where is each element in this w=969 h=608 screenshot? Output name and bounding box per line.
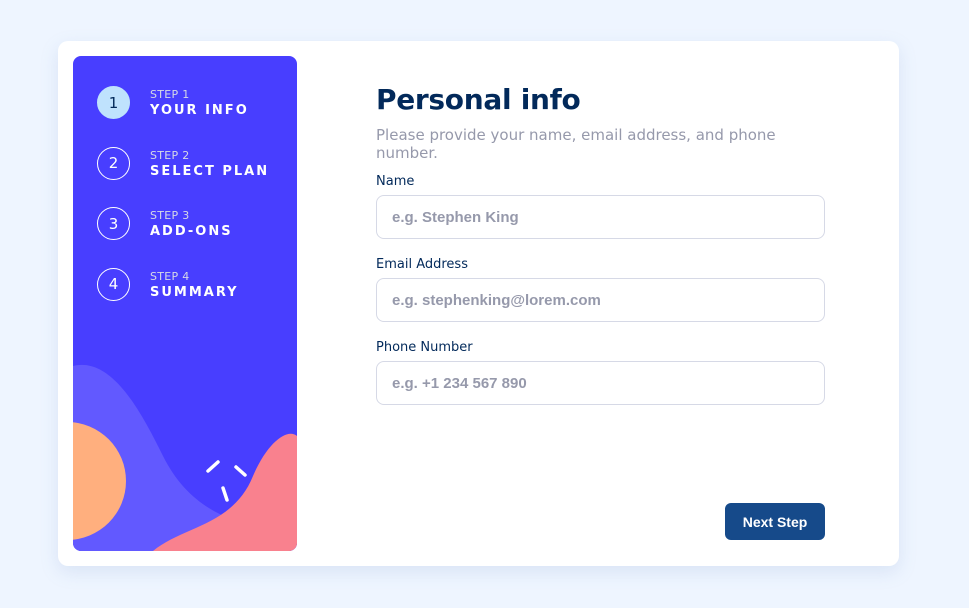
step-title: SELECT PLAN xyxy=(150,163,270,179)
step-text: STEP 2 SELECT PLAN xyxy=(150,149,269,180)
steps-list: 1 STEP 1 YOUR INFO 2 STEP 2 SELECT PLAN … xyxy=(97,86,269,328)
page-title: Personal info xyxy=(376,83,581,116)
phone-field-label: Phone Number xyxy=(376,340,473,355)
step-text: STEP 1 YOUR INFO xyxy=(150,88,249,119)
step-label: STEP 4 xyxy=(150,269,190,283)
sparkle-line-3 xyxy=(221,486,229,502)
step-number-badge: 1 xyxy=(97,86,130,119)
phone-input[interactable] xyxy=(376,361,825,405)
step-2: 2 STEP 2 SELECT PLAN xyxy=(97,146,269,208)
steps-sidebar: 1 STEP 1 YOUR INFO 2 STEP 2 SELECT PLAN … xyxy=(73,56,297,551)
sparkle-line-2 xyxy=(234,465,247,477)
step-text: STEP 3 ADD-ONS xyxy=(150,209,233,240)
step-label: STEP 3 xyxy=(150,209,190,222)
step-title: ADD-ONS xyxy=(150,224,233,239)
step-title: YOUR INFO xyxy=(150,103,249,118)
step-title: SUMMARY xyxy=(150,284,239,300)
sparkle-line-1 xyxy=(206,460,220,473)
step-text: STEP 4 SUMMARY xyxy=(150,270,239,301)
step-4: 4 STEP 4 SUMMARY xyxy=(97,267,269,329)
step-3: 3 STEP 3 ADD-ONS xyxy=(97,207,269,268)
email-input[interactable] xyxy=(376,278,825,322)
page-subtitle: Please provide your name, email address,… xyxy=(376,126,776,162)
step-1: 1 STEP 1 YOUR INFO xyxy=(97,86,269,147)
step-number-badge: 4 xyxy=(97,267,130,301)
email-field-label: Email Address xyxy=(376,257,468,272)
name-field-label: Name xyxy=(376,174,415,189)
form-card: 1 STEP 1 YOUR INFO 2 STEP 2 SELECT PLAN … xyxy=(58,41,899,566)
personal-info-form: Personal info Please provide your name, … xyxy=(376,41,825,566)
step-label: STEP 1 xyxy=(150,88,190,101)
next-step-button[interactable]: Next Step xyxy=(725,503,825,540)
step-number-badge: 3 xyxy=(97,207,130,240)
name-input[interactable] xyxy=(376,195,825,239)
step-label: STEP 2 xyxy=(150,148,190,162)
step-number-badge: 2 xyxy=(97,146,130,180)
